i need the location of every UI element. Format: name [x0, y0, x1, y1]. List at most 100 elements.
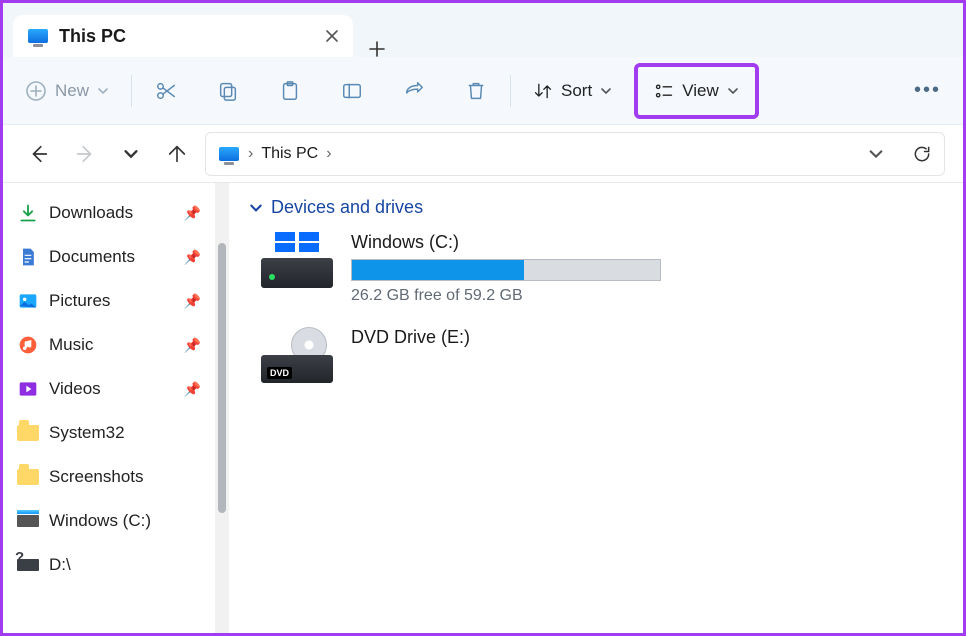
scissors-icon: [155, 80, 177, 102]
separator: [510, 75, 511, 107]
sidebar-item-windows-c[interactable]: Windows (C:): [9, 499, 209, 543]
view-button[interactable]: View: [646, 67, 747, 115]
sidebar-item-label: D:\: [49, 555, 201, 575]
toolbar: New Sort: [3, 57, 963, 125]
drive-entry-e[interactable]: DVD DVD Drive (E:): [261, 327, 943, 383]
folder-icon: [17, 466, 39, 488]
pictures-icon: [17, 290, 39, 312]
share-button[interactable]: [394, 71, 434, 111]
copy-icon: [217, 80, 239, 102]
section-header-devices[interactable]: Devices and drives: [249, 197, 943, 218]
more-button[interactable]: •••: [906, 71, 949, 111]
refresh-icon: [912, 144, 932, 164]
nav-forward-button[interactable]: [67, 136, 103, 172]
arrow-left-icon: [28, 143, 50, 165]
videos-icon: [17, 378, 39, 400]
download-icon: [17, 202, 39, 224]
pin-icon: 📌: [184, 337, 201, 354]
chevron-down-icon: [97, 85, 109, 97]
cut-button[interactable]: [146, 71, 186, 111]
arrow-right-icon: [74, 143, 96, 165]
monitor-icon: [27, 25, 49, 47]
drive-name: DVD Drive (E:): [351, 327, 470, 348]
rename-icon: [341, 80, 363, 102]
sidebar-scrollbar[interactable]: [215, 183, 229, 633]
drive-capacity-bar: [351, 259, 661, 281]
music-icon: [17, 334, 39, 356]
drive-free-text: 26.2 GB free of 59.2 GB: [351, 287, 661, 305]
trash-icon: [465, 80, 487, 102]
sidebar-item-label: Music: [49, 335, 174, 355]
nav-row: › This PC ›: [3, 125, 963, 183]
sort-icon: [533, 81, 553, 101]
sidebar-item-music[interactable]: Music 📌: [9, 323, 209, 367]
sidebar-item-label: System32: [49, 423, 201, 443]
share-icon: [403, 80, 425, 102]
sidebar-item-videos[interactable]: Videos 📌: [9, 367, 209, 411]
sidebar-item-documents[interactable]: Documents 📌: [9, 235, 209, 279]
new-label: New: [55, 81, 89, 101]
dvd-icon: DVD: [261, 327, 333, 383]
section-header-label: Devices and drives: [271, 197, 423, 218]
nav-back-button[interactable]: [21, 136, 57, 172]
drive-name: Windows (C:): [351, 232, 661, 253]
sidebar-item-label: Documents: [49, 247, 174, 267]
pin-icon: 📌: [184, 381, 201, 398]
pin-icon: 📌: [184, 205, 201, 222]
chevron-down-icon: [600, 85, 612, 97]
view-icon: [654, 81, 674, 101]
sidebar-item-pictures[interactable]: Pictures 📌: [9, 279, 209, 323]
pin-icon: 📌: [184, 249, 201, 266]
drive-capacity-fill: [352, 260, 524, 280]
nav-up-button[interactable]: [159, 136, 195, 172]
separator: [131, 75, 132, 107]
sidebar-item-label: Downloads: [49, 203, 174, 223]
copy-button[interactable]: [208, 71, 248, 111]
chevron-down-icon: [249, 201, 263, 215]
tab-title: This PC: [59, 26, 126, 47]
tab-this-pc[interactable]: This PC: [13, 15, 353, 57]
view-label: View: [682, 81, 719, 101]
ellipsis-icon: •••: [914, 79, 941, 102]
main-content: Devices and drives Windows (C:) 26.2 GB …: [229, 183, 963, 633]
sidebar-item-system32[interactable]: System32: [9, 411, 209, 455]
sidebar-item-label: Windows (C:): [49, 511, 201, 531]
chevron-right-icon: ›: [326, 145, 331, 163]
sidebar-item-label: Screenshots: [49, 467, 201, 487]
chevron-down-icon: [727, 85, 739, 97]
tab-strip: This PC: [3, 3, 963, 57]
paste-button[interactable]: [270, 71, 310, 111]
folder-icon: [17, 422, 39, 444]
usb-drive-icon: [17, 554, 39, 576]
monitor-icon: [218, 143, 240, 165]
delete-button[interactable]: [456, 71, 496, 111]
tab-close-button[interactable]: [325, 29, 339, 43]
sort-label: Sort: [561, 81, 592, 101]
arrow-up-icon: [166, 143, 188, 165]
pin-icon: 📌: [184, 293, 201, 310]
rename-button[interactable]: [332, 71, 372, 111]
hdd-icon: [261, 232, 333, 288]
nav-recent-button[interactable]: [113, 136, 149, 172]
document-icon: [17, 246, 39, 268]
sidebar-item-downloads[interactable]: Downloads 📌: [9, 191, 209, 235]
new-tab-button[interactable]: [353, 41, 401, 57]
drive-icon: [17, 510, 39, 532]
sidebar-item-label: Videos: [49, 379, 174, 399]
chevron-down-icon: [123, 146, 139, 162]
address-bar[interactable]: › This PC ›: [205, 132, 945, 176]
new-button[interactable]: New: [17, 71, 117, 111]
plus-circle-icon: [25, 80, 47, 102]
view-button-highlight: View: [634, 63, 759, 119]
sort-button[interactable]: Sort: [525, 71, 620, 111]
sidebar-item-screenshots[interactable]: Screenshots: [9, 455, 209, 499]
sidebar: Downloads 📌 Documents 📌 Pictures 📌 Music…: [3, 183, 215, 633]
clipboard-icon: [279, 80, 301, 102]
address-dropdown-button[interactable]: [868, 146, 884, 162]
refresh-button[interactable]: [912, 144, 932, 164]
sidebar-item-d[interactable]: D:\: [9, 543, 209, 587]
scroll-thumb[interactable]: [218, 243, 226, 513]
breadcrumb-location[interactable]: This PC: [261, 145, 318, 163]
drive-entry-c[interactable]: Windows (C:) 26.2 GB free of 59.2 GB: [261, 232, 943, 305]
sidebar-item-label: Pictures: [49, 291, 174, 311]
